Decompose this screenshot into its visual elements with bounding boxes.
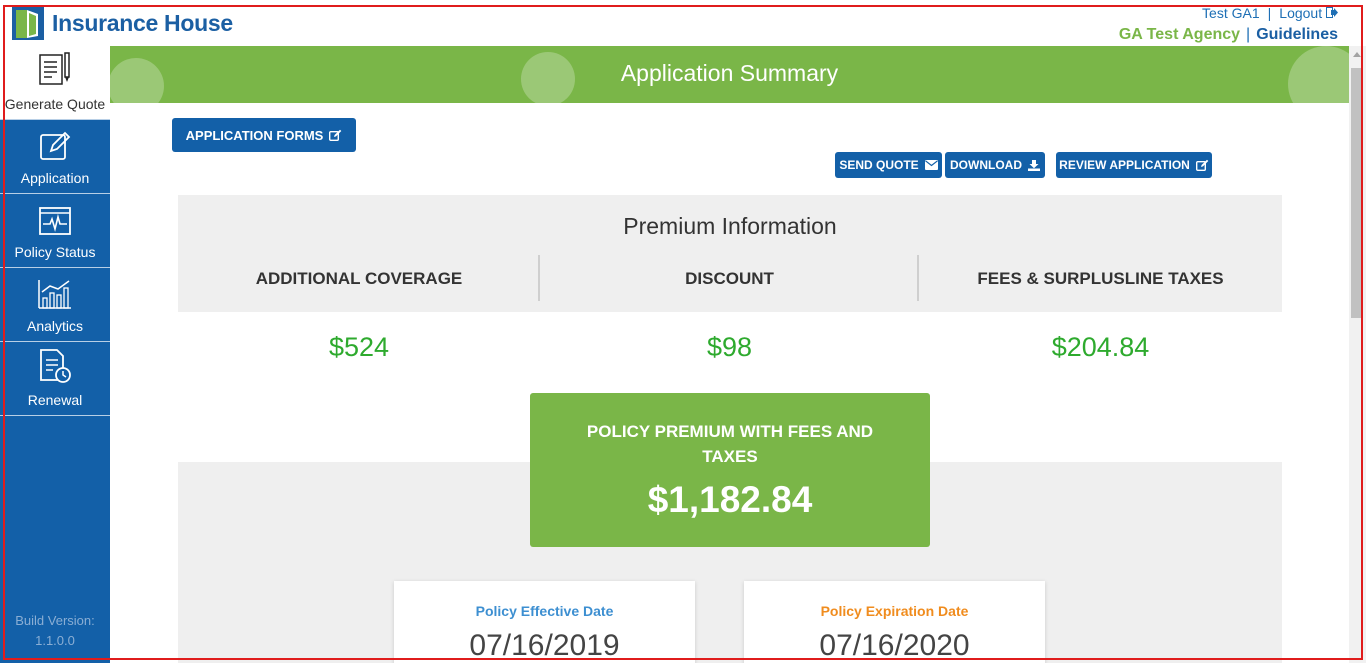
document-pencil-icon [38,52,72,96]
additional-coverage-label: ADDITIONAL COVERAGE [255,269,463,288]
sidebar-item-renewal[interactable]: Renewal [0,342,110,416]
page-title-bar: Application Summary [110,46,1349,103]
sidebar-item-label: Renewal [27,392,83,408]
policy-effective-date-card: Policy Effective Date 07/16/2019 [394,581,695,663]
sidebar-item-policy-status[interactable]: Policy Status [0,194,110,268]
build-version-number: 1.1.0.0 [35,633,75,648]
agency-name: GA Test Agency [1118,26,1241,43]
sidebar-item-label: Analytics [26,318,84,334]
separator: | [1246,26,1251,43]
button-label: SEND QUOTE [839,158,919,172]
sidebar-item-label: Generate Quote [4,96,106,112]
edit-icon [1195,159,1209,171]
guidelines-link[interactable]: Guidelines [1256,26,1338,43]
discount-amount: $98 [706,332,753,362]
expiration-date-value: 07/16/2020 [819,629,970,662]
send-quote-button[interactable]: SEND QUOTE [835,152,942,178]
additional-coverage-amount: $524 [328,332,390,362]
button-label: APPLICATION FORMS [185,127,324,143]
scroll-up-arrow-icon[interactable] [1353,52,1361,57]
envelope-icon [924,160,938,170]
expiration-date-label: Policy Expiration Date [820,603,969,619]
document-clock-icon [38,348,72,392]
scrollbar-thumb[interactable] [1351,68,1363,318]
logout-icon [1326,5,1338,21]
policy-expiration-date-card: Policy Expiration Date 07/16/2020 [744,581,1045,663]
policy-premium-total-box: POLICY PREMIUM WITH FEES AND TAXES $1,18… [530,393,930,547]
review-application-button[interactable]: REVIEW APPLICATION [1056,152,1212,178]
button-label: DOWNLOAD [950,158,1022,172]
brand-name: Insurance House [52,9,233,36]
application-forms-button[interactable]: APPLICATION FORMS [172,118,356,152]
sidebar-item-label: Policy Status [14,244,96,260]
sidebar: Generate Quote Application Policy Status… [0,46,110,663]
discount-label: DISCOUNT [685,269,774,288]
separator: | [1267,5,1272,21]
download-button[interactable]: DOWNLOAD [945,152,1045,178]
pencil-square-icon [39,130,71,170]
panel-title: Premium Information [623,213,837,239]
logout-link[interactable]: Logout [1279,5,1338,21]
sidebar-item-analytics[interactable]: Analytics [0,268,110,342]
vertical-scrollbar[interactable] [1349,46,1366,663]
top-header: Insurance House Test GA1 | Logout GA Test … [0,0,1366,46]
bar-chart-icon [37,278,73,318]
sidebar-item-application[interactable]: Application [0,120,110,194]
fees-taxes-label: FEES & SURPLUSLINE TAXES [977,269,1224,288]
sidebar-item-generate-quote[interactable]: Generate Quote [0,46,110,120]
effective-date-value: 07/16/2019 [469,629,620,662]
effective-date-label: Policy Effective Date [475,603,614,619]
button-label: REVIEW APPLICATION [1059,158,1190,172]
user-name-link[interactable]: Test GA1 [1202,5,1260,21]
download-icon [1028,159,1040,171]
total-value: $1,182.84 [647,479,813,520]
page-title: Application Summary [620,60,839,86]
edit-icon [329,129,342,141]
house-logo-icon [12,6,44,40]
premium-information-panel: Premium Information ADDITIONAL COVERAGE … [178,195,1282,663]
total-label: POLICY PREMIUM WITH FEES AND TAXES [586,422,874,466]
build-version-label: Build Version: [15,613,95,628]
logo[interactable]: Insurance House [12,6,233,40]
user-menu: Test GA1 | Logout GA Test Agency | Guideline… [1119,5,1338,44]
fees-taxes-amount: $204.84 [1051,332,1150,362]
sidebar-item-label: Application [20,170,90,186]
pulse-monitor-icon [38,206,72,244]
logout-label: Logout [1279,5,1323,21]
build-version: Build Version: 1.1.0.0 [0,611,110,651]
